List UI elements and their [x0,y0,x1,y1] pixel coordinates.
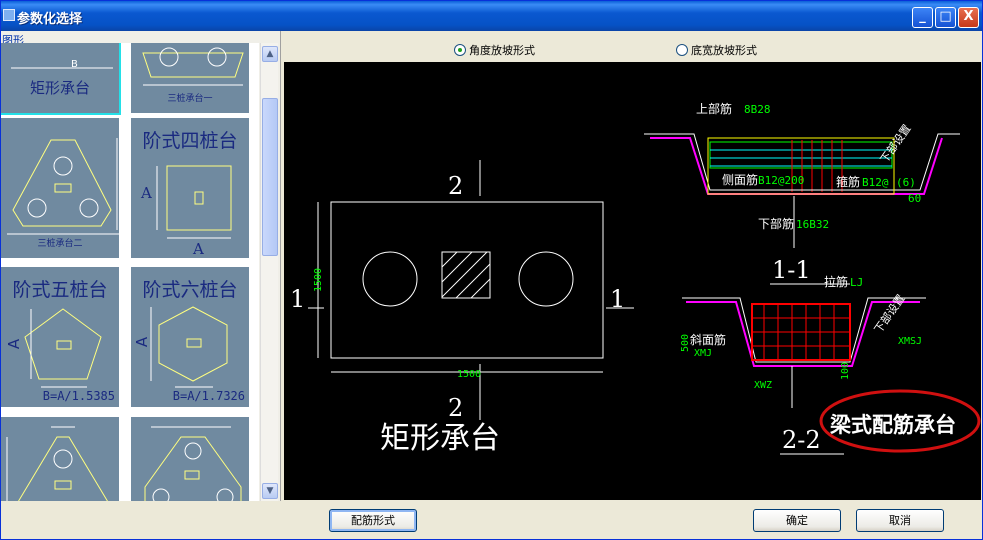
close-button[interactable]: X [958,7,979,28]
top-bar-label: 上部筋 [696,101,732,116]
pile-left [362,251,418,307]
ok-button[interactable]: 确定 [753,509,841,532]
title-bar[interactable]: 参数化选择 _ □ X [1,1,982,31]
thumb-step-five-pile[interactable]: 阶式五桩台 A B=A/1.5385 [1,265,121,409]
slope-bar-value: XMJ [694,348,712,359]
shape-list-panel: 图形 B 矩形承台 三桩承台一 三桩承台二 阶式四桩台 A A 阶式五桩台 A … [1,31,281,501]
xmsj-label: XMSJ [898,336,922,347]
stirrup-label: 箍筋 [836,174,860,189]
dialog-window: 参数化选择 _ □ X 图形 B 矩形承台 三桩承台一 三桩承台二 阶式四桩台 … [0,0,983,540]
thumb-pile-cap-8[interactable] [129,415,251,501]
side-bar-value: B12@200 [758,174,804,187]
section-22-title: 2-2 [782,426,821,454]
hatch-lines [441,251,491,299]
thumb-step-six-pile-title: 阶式六桩台 [142,279,238,301]
section-mark-2-bottom: 2 [448,394,463,422]
thumb-step-six-pile[interactable]: 阶式六桩台 A B=A/1.7326 [129,265,251,409]
top-bar-value: 8B28 [744,103,771,116]
tie-label: 拉筋 [824,274,848,289]
radio-width-slope[interactable]: 底宽放坡形式 [676,42,757,58]
dim-1500-h: 1500 [457,369,481,380]
section-mark-1-left: 1 [290,285,305,313]
cad-drawing: 2 2 1 1 1500 1500 矩形承台 上部筋 8B28 侧面筋 B12@… [290,101,981,456]
bottom-bar-label: 下部筋 [758,216,794,231]
rebar-form-button[interactable]: 配筋形式 [329,509,417,532]
slope-note-11: 下部设置 [877,122,914,166]
thumb-three-pile-1-caption: 三桩承台一 [167,94,213,104]
side-bar-label: 侧面筋 [722,172,758,187]
thumb-three-pile-1-drawing [142,47,244,86]
svg-text:B: B [71,59,78,70]
dim-1500-v: 1500 [313,268,324,292]
stirrup-value: B12@ [862,176,889,189]
scroll-up-button[interactable]: ▲ [262,46,278,62]
dim-100: 100 [840,362,851,380]
radio-angle-slope-circle[interactable] [454,44,466,56]
slope-option-bar: 角度放坡形式 底宽放坡形式 [284,33,981,61]
stirrup-suffix: (6) [896,176,916,189]
app-icon [3,9,15,21]
highlight-label: 梁式配筋承台 [829,413,956,437]
radio-angle-slope-label[interactable]: 角度放坡形式 [469,42,535,58]
scroll-thumb[interactable] [262,98,278,256]
maximize-button[interactable]: □ [935,7,956,28]
dim-500: 500 [680,334,691,352]
section-mark-2-top: 2 [448,172,463,200]
sec11-cyan-bars [710,149,892,167]
radio-width-slope-label[interactable]: 底宽放坡形式 [691,42,757,58]
preview-canvas: 2 2 1 1 1500 1500 矩形承台 上部筋 8B28 侧面筋 B12@… [284,62,981,500]
thumb-four-dim-a-h: A [193,240,204,258]
shape-list-scrollbar[interactable]: ▲ ▼ [260,43,278,501]
thumb-rect-cap[interactable]: B 矩形承台 [1,43,121,115]
shape-thumbnail-grid: B 矩形承台 三桩承台一 三桩承台二 阶式四桩台 A A 阶式五桩台 A B=A… [1,43,259,501]
sec11-stirrup [709,141,893,169]
thumb-rect-title: 矩形承台 [29,79,90,97]
minimize-button[interactable]: _ [912,7,933,28]
cancel-button[interactable]: 取消 [856,509,944,532]
radio-width-slope-circle[interactable] [676,44,688,56]
slope-bar-label: 斜面筋 [690,332,726,347]
thumb-step-four-pile[interactable]: 阶式四桩台 A A [129,116,251,260]
thumb-step-five-pile-title: 阶式五桩台 [12,279,108,301]
plan-outline [330,201,604,359]
thumb-three-pile-2-caption: 三桩承台二 [37,239,83,249]
bottom-bar-value: 16B32 [796,218,829,231]
thumb-step-four-pile-title: 阶式四桩台 [142,130,238,152]
thumb-pile-cap-7[interactable] [1,415,121,501]
thumb-pile-cap-7-drawing [6,426,108,501]
section-11-title: 1-1 [772,256,811,284]
thumb-three-pile-2[interactable]: 三桩承台二 [1,116,121,260]
xwz-label: XWZ [754,380,772,391]
thumb-five-dim-a: A [5,338,24,350]
radio-angle-slope[interactable]: 角度放坡形式 [454,42,535,58]
sec22-grid [752,304,850,360]
slope-angle: 60 [908,192,921,205]
thumb-pile-cap-8-drawing [144,426,242,501]
main-shape-title: 矩形承台 [380,421,500,456]
thumb-six-dim-a: A [133,336,152,348]
thumb-four-dim-a-v: A [141,184,152,202]
thumb-six-formula: B=A/1.7326 [172,389,245,403]
section-mark-1-right: 1 [610,285,625,313]
tie-value: LJ [850,276,863,289]
dialog-button-bar: 配筋形式 确定 取消 [1,501,982,539]
thumb-five-formula: B=A/1.5385 [42,389,115,403]
scroll-down-button[interactable]: ▼ [262,483,278,499]
thumb-three-pile-1[interactable]: 三桩承台一 [129,43,251,115]
pile-right [518,251,574,307]
window-title: 参数化选择 [17,12,83,27]
